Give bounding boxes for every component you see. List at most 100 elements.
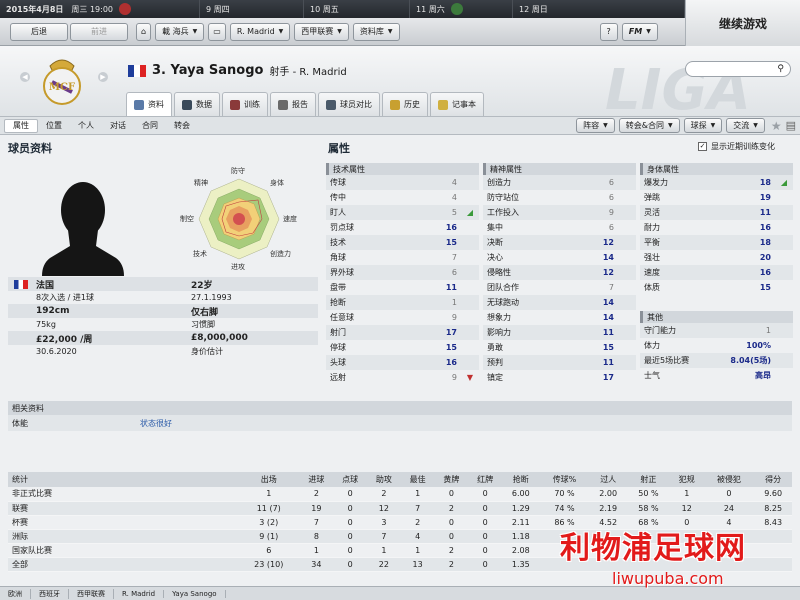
column-header[interactable]: 犯规 [669,472,704,487]
attribute-row[interactable]: 界外球 6 [326,265,479,280]
manager-menu[interactable]: 載 海兵 ▼ [155,22,205,41]
attribute-row[interactable]: 平衡 18 [640,235,793,250]
column-header[interactable]: 得分 [754,472,792,487]
column-header[interactable]: 助攻 [367,472,401,487]
attribute-row[interactable]: 侵略性 12 [483,265,636,280]
help-button[interactable]: ? [599,22,618,41]
scout-button[interactable]: 球探 ▼ [683,118,723,133]
prev-player-icon[interactable]: ◀ [20,72,30,82]
show-training-toggle[interactable]: ✓ 显示近期训练变化 [698,141,775,152]
attribute-row[interactable]: 士气 高昂 [640,368,793,383]
column-header[interactable]: 黄牌 [434,472,469,487]
attribute-row[interactable]: 耐力 16 [640,220,793,235]
subnav-personal[interactable]: 个人 [70,120,102,131]
inbox-button[interactable]: ▭ [208,22,226,41]
breadcrumb-item[interactable]: 西班牙 [31,588,69,599]
attribute-row[interactable]: 传中 4 [326,190,479,205]
attribute-row[interactable]: 罚点球 16 [326,220,479,235]
tab-stats[interactable]: 数据 [174,92,220,116]
attribute-row[interactable]: 预判 11 [483,355,636,370]
search-input[interactable]: ⚲ [685,61,791,77]
tab-history[interactable]: 历史 [382,92,428,116]
column-header[interactable]: 被侵犯 [703,472,755,487]
attribute-row[interactable]: 决心 14 [483,250,636,265]
attribute-row[interactable]: 最近5场比赛 8.04(5场) [640,353,793,368]
breadcrumb-item[interactable]: 西甲联赛 [69,588,114,599]
attribute-row[interactable]: 远射 9 ▼ [326,370,479,385]
tab-compare[interactable]: 球员对比 [318,92,380,116]
calendar-day[interactable]: 11 周六 [410,0,513,18]
attribute-row[interactable]: 决断 12 [483,235,636,250]
interact-button[interactable]: 交流 ▼ [726,118,765,133]
attribute-row[interactable]: 弹跳 19 [640,190,793,205]
subnav-contract[interactable]: 合同 [134,120,166,131]
forward-button[interactable]: 前进 [70,22,128,41]
attribute-row[interactable]: 技术 15 [326,235,479,250]
column-header[interactable]: 出场 [238,472,300,487]
attribute-row[interactable]: 盯人 5 ◢ [326,205,479,220]
attribute-row[interactable]: 传球 4 [326,175,479,190]
calendar-day[interactable]: 9 周四 [200,0,304,18]
calendar-day[interactable]: 10 周五 [304,0,410,18]
back-button[interactable]: 后退 [10,22,68,41]
continue-button[interactable]: 继续游戏 [685,0,800,46]
checkbox-checked-icon[interactable]: ✓ [698,142,707,151]
page-icon[interactable]: ▤ [786,119,796,132]
column-header[interactable]: 最佳 [400,472,435,487]
subnav-dialogue[interactable]: 对话 [102,120,134,131]
star-icon[interactable]: ★ [771,119,782,133]
attribute-row[interactable]: 集中 6 [483,220,636,235]
column-header[interactable]: 进球 [299,472,334,487]
subnav-position[interactable]: 位置 [38,120,70,131]
attribute-row[interactable]: 盘带 11 [326,280,479,295]
table-row[interactable]: 非正式比赛 1 2 0 2 1 0 0 6.00 70 % 2.00 50 % 1 0 9.60 [8,487,792,502]
club-menu[interactable]: R. Madrid ▼ [229,22,291,41]
next-player-icon[interactable]: ▶ [98,72,108,82]
subnav-transfer[interactable]: 转会 [166,120,198,131]
subnav-attributes[interactable]: 属性 [4,118,38,133]
tab-report[interactable]: 报告 [270,92,316,116]
nationality[interactable]: 法国 [8,277,163,291]
attribute-row[interactable]: 头球 16 [326,355,479,370]
home-button[interactable]: ⌂ [136,22,152,41]
attribute-row[interactable]: 灵活 11 [640,205,793,220]
attribute-row[interactable]: 工作投入 9 [483,205,636,220]
breadcrumb-item[interactable]: 欧洲 [0,588,31,599]
attribute-row[interactable]: 体质 15 [640,280,793,295]
tab-profile[interactable]: 资料 [126,92,172,116]
column-header[interactable]: 统计 [8,472,238,487]
attribute-row[interactable]: 影响力 11 [483,325,636,340]
calendar-day[interactable]: 12 周日 [513,0,685,18]
attribute-row[interactable]: 勇敢 15 [483,340,636,355]
tab-notes[interactable]: 记事本 [430,92,484,116]
breadcrumb-item[interactable]: Yaya Sanogo [164,589,226,598]
attribute-row[interactable]: 防守站位 6 [483,190,636,205]
attribute-row[interactable]: 创造力 6 [483,175,636,190]
tab-training[interactable]: 训练 [222,92,268,116]
attribute-row[interactable]: 想象力 14 [483,310,636,325]
attribute-row[interactable]: 射门 17 [326,325,479,340]
database-menu[interactable]: 资料库 ▼ [352,22,400,41]
breadcrumb-item[interactable]: R. Madrid [114,589,165,598]
attribute-row[interactable]: 爆发力 18 ◢ [640,175,793,190]
attribute-row[interactable]: 停球 15 [326,340,479,355]
attribute-row[interactable]: 速度 16 [640,265,793,280]
attribute-row[interactable]: 任意球 9 [326,310,479,325]
table-row[interactable]: 联赛 11 (7) 19 0 12 7 2 0 1.29 74 % 2.19 58 % 12 24 8.25 [8,501,792,516]
attribute-row[interactable]: 守门能力 1 [640,323,793,338]
column-header[interactable]: 射正 [626,472,670,487]
attribute-row[interactable]: 团队合作 7 [483,280,636,295]
squad-button[interactable]: 阵容 ▼ [576,118,615,133]
attribute-row[interactable]: 体力 100% [640,338,793,353]
attribute-row[interactable]: 角球 7 [326,250,479,265]
attribute-row[interactable]: 强壮 20 [640,250,793,265]
column-header[interactable]: 抢断 [502,472,540,487]
transfer-contract-button[interactable]: 转会&合同 ▼ [618,118,680,133]
attribute-row[interactable]: 无球跑动 14 [483,295,636,310]
fm-menu[interactable]: FM ▼ [621,22,658,41]
league-menu[interactable]: 西甲联赛 ▼ [294,22,349,41]
column-header[interactable]: 传球% [539,472,590,487]
column-header[interactable]: 过人 [589,472,627,487]
attribute-row[interactable]: 镇定 17 [483,370,636,385]
column-header[interactable]: 红牌 [468,472,503,487]
